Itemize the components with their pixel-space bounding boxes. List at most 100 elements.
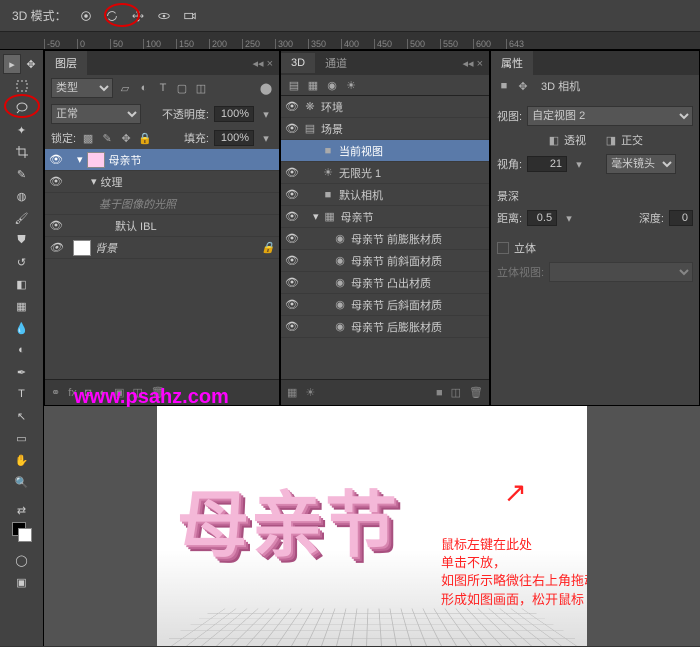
fill-value[interactable]: 100%: [214, 130, 254, 146]
tab-3d[interactable]: 3D: [281, 53, 315, 73]
filter-toggle-icon[interactable]: ⬤: [259, 81, 273, 95]
lock-all-icon[interactable]: 🔒: [138, 131, 152, 145]
type-tool[interactable]: T: [10, 384, 34, 404]
dropdown-icon[interactable]: ▾: [562, 211, 576, 225]
foreground-background-color[interactable]: [10, 522, 34, 548]
lock-transparent-icon[interactable]: ▩: [81, 131, 95, 145]
visibility-icon[interactable]: 👁: [285, 122, 299, 136]
visibility-icon[interactable]: 👁: [49, 175, 63, 189]
shape-tool[interactable]: ▭: [10, 428, 34, 448]
tab-layers[interactable]: 图层: [45, 51, 87, 75]
distance-value[interactable]: 0.5: [527, 210, 557, 226]
visibility-icon[interactable]: 👁: [285, 166, 299, 180]
dodge-tool[interactable]: ◐: [10, 340, 34, 360]
move-tool[interactable]: ▸: [3, 54, 21, 74]
pen-tool[interactable]: ✒: [10, 362, 34, 382]
crop-tool[interactable]: [10, 142, 34, 162]
camera-icon[interactable]: [179, 5, 201, 27]
eye-icon[interactable]: [153, 5, 175, 27]
move-icon[interactable]: [127, 5, 149, 27]
swap-colors-icon[interactable]: ⇄: [10, 500, 34, 520]
filter-scene-icon[interactable]: ▤: [287, 78, 301, 92]
depth-value[interactable]: 0: [669, 210, 693, 226]
fov-value[interactable]: 21: [527, 156, 567, 172]
artboard-tool[interactable]: ✥: [22, 54, 40, 74]
filter-adjust-icon[interactable]: ◐: [137, 81, 151, 95]
3d-item[interactable]: 👁■默认相机: [281, 184, 489, 206]
filter-type-icon[interactable]: T: [156, 81, 170, 95]
layer-item[interactable]: 👁 默认 IBL: [45, 215, 279, 237]
eraser-tool[interactable]: ◧: [10, 274, 34, 294]
zoom-tool[interactable]: 🔍: [10, 472, 34, 492]
hand-tool[interactable]: ✋: [10, 450, 34, 470]
visibility-icon[interactable]: 👁: [49, 219, 63, 233]
3d-item[interactable]: 👁◉母亲节 凸出材质: [281, 272, 489, 294]
brush-tool[interactable]: 🖌: [10, 208, 34, 228]
view-select[interactable]: 自定视图 2: [527, 106, 693, 126]
filter-shape-icon[interactable]: ▢: [175, 81, 189, 95]
layer-item[interactable]: 👁 ▾ 纹理: [45, 171, 279, 193]
visibility-icon[interactable]: 👁: [285, 210, 299, 224]
eyedropper-tool[interactable]: ✎: [10, 164, 34, 184]
trash-icon[interactable]: 🗑: [469, 386, 483, 399]
tab-properties[interactable]: 属性: [491, 51, 533, 75]
lasso-tool[interactable]: [10, 98, 34, 118]
stamp-tool[interactable]: ⛊: [10, 230, 34, 250]
gradient-tool[interactable]: ▦: [10, 296, 34, 316]
3d-item[interactable]: 👁▾▦母亲节: [281, 206, 489, 228]
visibility-icon[interactable]: 👁: [285, 298, 299, 312]
canvas-viewport[interactable]: 母亲节 ↗ 鼠标左键在此处 单击不放， 如图所示略微往右上角拖动 形成如图画面，…: [157, 406, 587, 646]
3d-item[interactable]: 👁❋环境: [281, 96, 489, 118]
3d-item[interactable]: 👁◉母亲节 前斜面材质: [281, 250, 489, 272]
sync-icon[interactable]: [101, 5, 123, 27]
screen-mode-icon[interactable]: ▣: [10, 572, 34, 592]
panel-minimize-icon[interactable]: ◂◂ ×: [456, 57, 489, 70]
tab-channels[interactable]: 通道: [315, 51, 357, 75]
visibility-icon[interactable]: 👁: [285, 100, 299, 114]
lock-pixels-icon[interactable]: ✎: [100, 131, 114, 145]
layer-filter-type[interactable]: 类型: [51, 78, 113, 98]
visibility-icon[interactable]: 👁: [285, 232, 299, 246]
3d-item[interactable]: 👁▤场景: [281, 118, 489, 140]
visibility-icon[interactable]: 👁: [49, 241, 63, 255]
magic-wand-tool[interactable]: ✦: [10, 120, 34, 140]
3d-item[interactable]: 👁◉母亲节 后膨胀材质: [281, 316, 489, 338]
perspective-button[interactable]: ◧ 透视: [547, 132, 586, 148]
filter-smart-icon[interactable]: ◫: [194, 81, 208, 95]
dropdown-icon[interactable]: ▾: [572, 157, 586, 171]
quick-mask-icon[interactable]: ◯: [10, 550, 34, 570]
3d-item[interactable]: 👁◉母亲节 后斜面材质: [281, 294, 489, 316]
orbit-icon[interactable]: [75, 5, 97, 27]
marquee-tool[interactable]: [10, 76, 34, 96]
link-layers-icon[interactable]: ⚭: [51, 386, 60, 399]
fill-dropdown-icon[interactable]: ▾: [259, 131, 273, 145]
lens-select[interactable]: 毫米镜头: [606, 154, 676, 174]
path-select-tool[interactable]: ↖: [10, 406, 34, 426]
stereo-checkbox[interactable]: [497, 242, 509, 254]
add-light-icon[interactable]: ☀: [305, 386, 315, 399]
layer-item[interactable]: 👁 ▾ 母亲节: [45, 149, 279, 171]
blend-mode-select[interactable]: 正常: [51, 104, 141, 124]
history-brush-tool[interactable]: ↺: [10, 252, 34, 272]
opacity-value[interactable]: 100%: [214, 106, 254, 122]
filter-light-icon[interactable]: ☀: [344, 78, 358, 92]
filter-material-icon[interactable]: ◉: [325, 78, 339, 92]
3d-item[interactable]: ■当前视图: [281, 140, 489, 162]
heal-tool[interactable]: ◍: [10, 186, 34, 206]
blur-tool[interactable]: 💧: [10, 318, 34, 338]
visibility-icon[interactable]: 👁: [49, 153, 63, 167]
add-camera-icon[interactable]: ■: [436, 387, 443, 399]
visibility-icon[interactable]: 👁: [285, 320, 299, 334]
3d-item[interactable]: 👁☀无限光 1: [281, 162, 489, 184]
lock-position-icon[interactable]: ✥: [119, 131, 133, 145]
panel-minimize-icon[interactable]: ◂◂ ×: [246, 57, 279, 70]
visibility-icon[interactable]: 👁: [285, 254, 299, 268]
document-canvas[interactable]: www.psahz.com 母亲节 ↗ 鼠标左键在此处 单击不放， 如图所示略微…: [44, 406, 700, 646]
3d-item[interactable]: 👁◉母亲节 前膨胀材质: [281, 228, 489, 250]
render-icon[interactable]: ▦: [287, 386, 297, 399]
filter-mesh-icon[interactable]: ▦: [306, 78, 320, 92]
visibility-icon[interactable]: 👁: [285, 276, 299, 290]
visibility-icon[interactable]: 👁: [285, 188, 299, 202]
orthographic-button[interactable]: ◨ 正交: [604, 132, 643, 148]
layer-item[interactable]: 基于图像的光照: [45, 193, 279, 215]
